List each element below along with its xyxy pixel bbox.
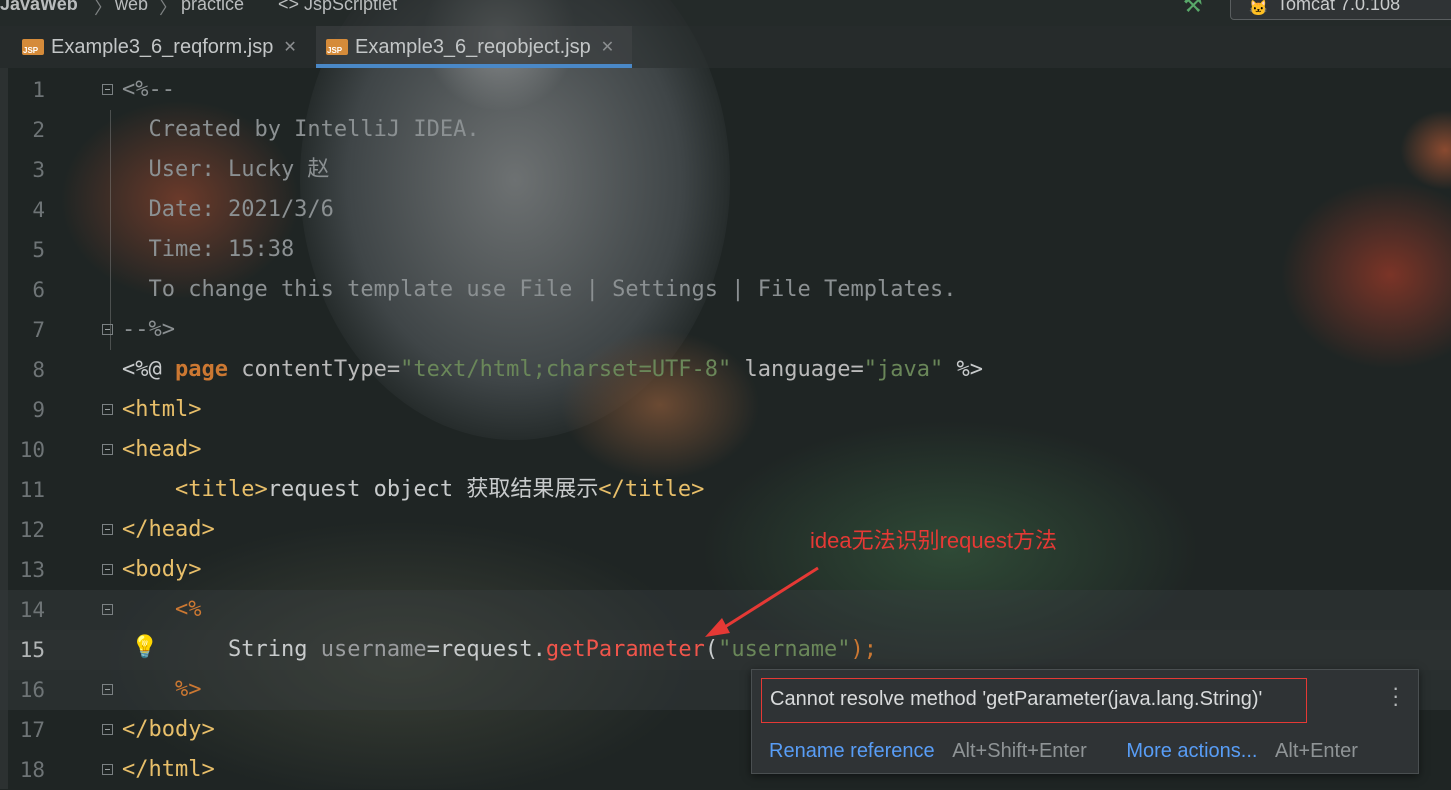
code-line: 12 </head> (0, 510, 1451, 550)
breadcrumb-separator: 〉 (94, 0, 112, 18)
line-text: <body> (122, 557, 202, 582)
fold-marker-icon[interactable] (102, 524, 113, 535)
fold-marker-icon[interactable] (102, 324, 113, 335)
code-line: 7 --%> (0, 310, 1451, 350)
build-hammer-icon[interactable]: ⚒ (1183, 0, 1203, 18)
close-tab-icon[interactable]: ✕ (601, 37, 614, 57)
code-line: 3 User: Lucky 赵 (0, 150, 1451, 190)
folder-tag-icon: <> (278, 0, 305, 14)
fold-marker-icon[interactable] (102, 444, 113, 455)
fold-marker-icon[interactable] (102, 84, 113, 95)
line-text: --%> (122, 317, 175, 342)
line-text: </body> (122, 717, 215, 742)
navigation-bar: JavaWeb 〉 web 〉 practice <> JspScriptlet… (0, 0, 1451, 26)
line-text: User: Lucky 赵 (122, 157, 330, 182)
tab-example3-6-reqform[interactable]: JSP Example3_6_reqform.jsp ✕ (22, 26, 297, 68)
code-line-current: 15 💡 String username=request.getParamete… (0, 630, 1451, 670)
editor-tab-bar: JSP Example3_6_reqform.jsp ✕ JSP Example… (0, 26, 1451, 68)
code-line: 1 <%-- (0, 70, 1451, 110)
breadcrumb-separator: 〉 (159, 0, 177, 18)
code-line: 8 <%@ page contentType="text/html;charse… (0, 350, 1451, 390)
more-actions-shortcut: Alt+Enter (1275, 740, 1358, 762)
fold-marker-icon[interactable] (102, 604, 113, 615)
more-options-icon[interactable]: · · · (1392, 677, 1399, 715)
line-text: %> (122, 677, 202, 702)
code-line: 14 <% (0, 590, 1451, 630)
code-line: 9 <html> (0, 390, 1451, 430)
line-text: <html> (122, 397, 202, 422)
rename-reference-link[interactable]: Rename reference (769, 740, 935, 762)
tab-label: Example3_6_reqform.jsp (51, 35, 274, 58)
error-message: Cannot resolve method 'getParameter(java… (761, 678, 1307, 723)
line-text: Date: 2021/3/6 (122, 197, 334, 222)
line-text: <% (122, 597, 202, 622)
line-text: </html> (122, 757, 215, 782)
tab-example3-6-reqobject[interactable]: JSP Example3_6_reqobject.jsp ✕ (316, 26, 632, 68)
line-text: <title>request object 获取结果展示</title> (174, 477, 705, 502)
line-text: <head> (122, 437, 202, 462)
breadcrumb-practice[interactable]: practice (181, 0, 244, 15)
code-line: 4 Date: 2021/3/6 (0, 190, 1451, 230)
unresolved-method: getParameter (545, 637, 705, 662)
run-configuration-selector[interactable]: 🐱 Tomcat 7.0.108 (1230, 0, 1451, 20)
annotation-label: idea无法识别request方法 (810, 528, 1057, 553)
fold-marker-icon[interactable] (102, 724, 113, 735)
line-text: </head> (122, 517, 215, 542)
rename-reference-shortcut: Alt+Shift+Enter (952, 740, 1087, 762)
breadcrumb-jspscriptlet[interactable]: <> JspScriptlet (278, 0, 397, 15)
code-line: 11 <title>request object 获取结果展示</title> (0, 470, 1451, 510)
error-tooltip-popup: Cannot resolve method 'getParameter(java… (751, 669, 1419, 774)
line-text: To change this template use File | Setti… (122, 277, 957, 302)
code-line: 10 <head> (0, 430, 1451, 470)
line-text: Created by IntelliJ IDEA. (122, 117, 480, 142)
run-configuration-label: Tomcat 7.0.108 (1277, 0, 1401, 14)
more-actions-link[interactable]: More actions... (1126, 740, 1257, 762)
code-line: 5 Time: 15:38 (0, 230, 1451, 270)
line-text: String username=request.getParameter("us… (227, 637, 878, 662)
fold-marker-icon[interactable] (102, 764, 113, 775)
code-line: 2 Created by IntelliJ IDEA. (0, 110, 1451, 150)
line-text: <%@ page contentType="text/html;charset=… (122, 357, 983, 382)
jsp-file-icon: JSP (22, 39, 44, 55)
breadcrumb-web[interactable]: web (115, 0, 148, 15)
fold-marker-icon[interactable] (102, 404, 113, 415)
breadcrumb-project[interactable]: JavaWeb (0, 0, 78, 15)
line-text: <%-- (122, 77, 175, 102)
code-line: 13 <body> (0, 550, 1451, 590)
fold-marker-icon[interactable] (102, 564, 113, 575)
code-line: 6 To change this template use File | Set… (0, 270, 1451, 310)
left-tool-strip (0, 68, 8, 789)
line-text: Time: 15:38 (122, 237, 295, 262)
tab-label: Example3_6_reqobject.jsp (355, 35, 591, 58)
quick-fix-actions: Rename reference Alt+Shift+Enter More ac… (769, 740, 1358, 763)
close-tab-icon[interactable]: ✕ (283, 37, 296, 57)
fold-marker-icon[interactable] (102, 684, 113, 695)
tomcat-icon: 🐱 (1249, 0, 1268, 17)
jsp-file-icon: JSP (326, 39, 348, 55)
